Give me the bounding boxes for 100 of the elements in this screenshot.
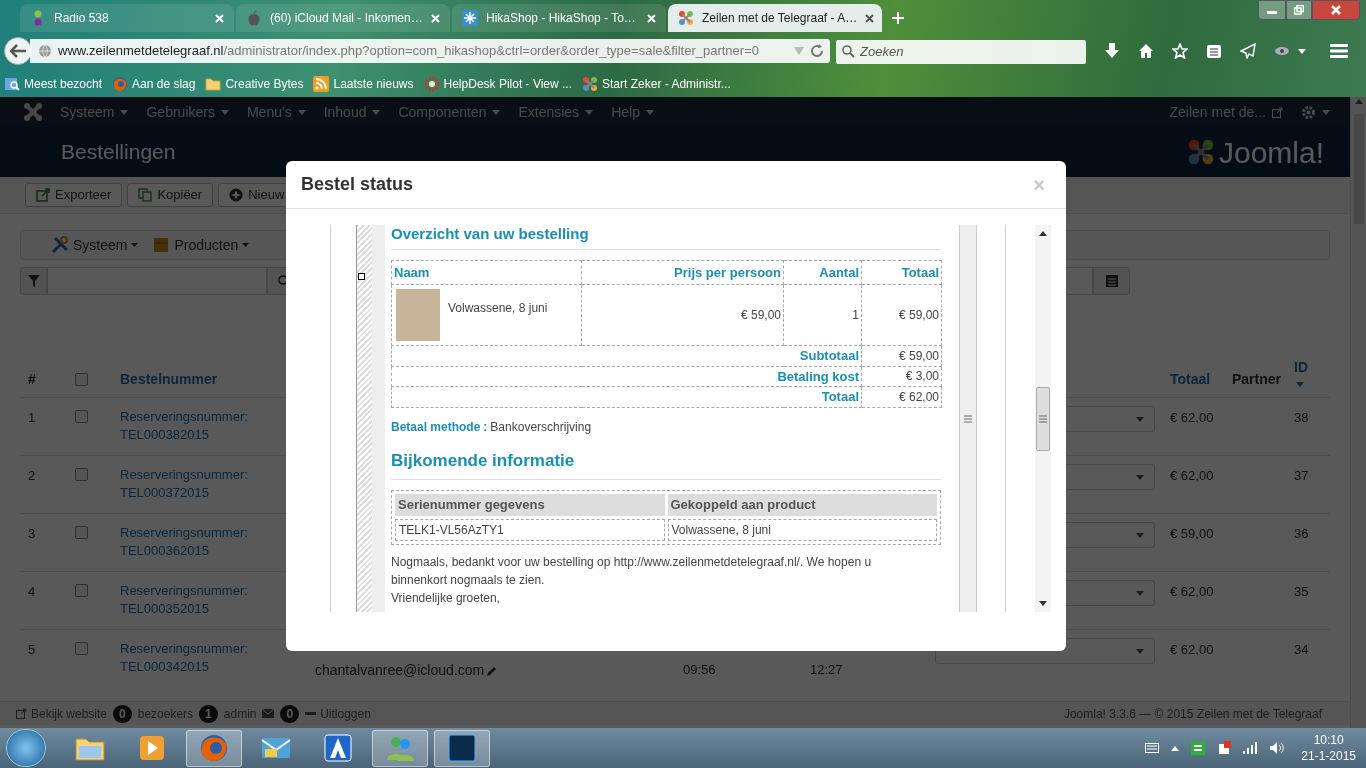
star-icon [1172, 43, 1188, 59]
close-icon [865, 13, 875, 23]
caret-icon [1136, 474, 1144, 480]
caret-icon [372, 109, 381, 115]
bookmark-item[interactable]: HelpDesk Pilot - View ... [423, 74, 573, 93]
star-tile-icon [462, 10, 478, 26]
section-heading: Bijkomende informatie [391, 447, 941, 480]
submenu-item[interactable]: Producten [152, 234, 250, 256]
product-name: Volwassene, 8 juni [448, 300, 548, 317]
list-app-icon [1191, 741, 1206, 755]
table-cell-text: 36 [1294, 525, 1310, 543]
bookmark-item[interactable]: Creative Bytes [205, 74, 304, 93]
logout-link[interactable]: Uitloggen [305, 704, 371, 723]
rss-icon [313, 75, 330, 92]
caret-icon [1322, 109, 1330, 115]
taskbar-button[interactable] [434, 729, 490, 767]
taskbar-button[interactable] [186, 729, 242, 767]
view-site-link[interactable]: Bekijk website [16, 704, 108, 723]
checkbox[interactable] [75, 468, 88, 481]
browser-tab[interactable]: (60) iCloud Mail - Inkomen… [236, 4, 450, 32]
send-button[interactable] [1240, 43, 1256, 59]
people-icon [385, 734, 415, 762]
column-header: Aantal [783, 260, 862, 285]
close-icon [1331, 5, 1341, 15]
filter-button[interactable] [20, 267, 47, 295]
caret-icon [297, 109, 306, 115]
browser-tab[interactable]: HikaShop - HikaShop - To… [452, 4, 666, 32]
table-cell-text: € 62,00 [1170, 409, 1215, 427]
bookmark-item[interactable]: Laatste nieuws [313, 74, 414, 93]
address-bar[interactable]: www.zeilenmetdetelegraaf.nl/administrator/index.php?option=com_hikashop&ctrl=order&order_type=sale&filter_partner=0 [30, 39, 830, 63]
checkbox[interactable] [75, 584, 88, 597]
scroll-down-icon [1039, 601, 1047, 606]
paper-plane-icon [1240, 43, 1256, 59]
modal-scrollbar[interactable] [1035, 225, 1051, 612]
copyright-text: Joomla! 3.3.6 — © 2015 Zeilen met de Telegraaf [1063, 705, 1322, 723]
caret-icon [242, 243, 250, 247]
scroll-up-icon [1039, 231, 1047, 236]
extension-button[interactable] [1274, 45, 1306, 57]
table-cell-text: 1 [28, 409, 37, 427]
resize-handle[interactable] [358, 273, 365, 280]
browser-tab[interactable]: Zeilen met de Telegraaf - A… [668, 4, 882, 32]
order-link[interactable]: Reserveringsnummer: TEL000342015 [120, 640, 315, 676]
table-cell: 12:27 [810, 662, 843, 677]
start-button[interactable] [6, 729, 46, 767]
download-button[interactable] [1104, 43, 1120, 59]
caret-icon [1136, 532, 1144, 538]
search-field[interactable]: Zoeken [836, 39, 1086, 64]
home-icon [1138, 43, 1154, 59]
close-icon [215, 13, 224, 23]
home-button[interactable] [1138, 43, 1154, 59]
toolbar-button[interactable]: Kopiëer [127, 183, 214, 207]
browser-tab[interactable]: Radio 538 [20, 4, 234, 32]
caret-icon [1296, 381, 1304, 387]
checkbox[interactable] [75, 642, 88, 655]
close-button[interactable]: × [1033, 174, 1045, 195]
plug-icon [1217, 741, 1232, 755]
table-cell: € 59,00 [861, 284, 942, 346]
table-cell-text: 37 [1294, 467, 1310, 485]
checkbox[interactable] [75, 373, 88, 386]
minus-icon [305, 712, 317, 715]
separator-text: : [483, 418, 488, 436]
column-header[interactable]: Totaal [1170, 369, 1232, 390]
column-header: # [28, 370, 37, 389]
bookmark-item[interactable]: Meest bezocht [4, 74, 103, 93]
bookmark-item[interactable]: Aan de slag [112, 74, 196, 93]
joomla-icon [582, 75, 599, 92]
clock[interactable]: 10:10 21-1-2015 [1301, 732, 1356, 764]
reading-list-button[interactable] [1206, 43, 1222, 59]
arrow-tile-icon [324, 734, 352, 762]
table-cell-text: € 62,00 [1170, 467, 1215, 485]
menu-button[interactable] [1330, 44, 1348, 58]
column-header[interactable]: ID [1294, 356, 1334, 387]
plus-icon [892, 12, 904, 24]
folder-search-icon [4, 75, 20, 92]
restore-icon [1294, 5, 1304, 15]
caret-up-icon [1171, 745, 1180, 751]
restore-button[interactable] [1286, 0, 1312, 20]
page-scrollbar[interactable] [1350, 97, 1366, 728]
table-cell: € 59,00 [581, 284, 784, 346]
modal-title: Bestel status [301, 173, 414, 196]
scroll-thumb[interactable] [1036, 386, 1050, 451]
table-cell-text: € 62,00 [1170, 641, 1215, 659]
minimize-button[interactable] [1258, 0, 1286, 20]
submenu-item[interactable]: Systeem [51, 234, 139, 256]
toolbar-button[interactable]: Exporteer [25, 183, 123, 207]
bookmark-item[interactable]: Start Zeker - Administr... [582, 74, 731, 93]
close-window-button[interactable] [1312, 0, 1360, 20]
checkbox[interactable] [75, 410, 88, 423]
bookmark-button[interactable] [1172, 43, 1188, 59]
close-icon [647, 13, 656, 23]
caret-icon [1136, 416, 1144, 422]
photo-placeholder [396, 289, 440, 341]
back-button[interactable] [4, 37, 32, 65]
table-cell-text: chantalvanree@icloud.com [315, 661, 485, 680]
globe-icon [38, 44, 52, 58]
payment-label: Betaal methode [391, 418, 481, 436]
list-button[interactable] [1093, 267, 1130, 295]
caret-icon [492, 109, 501, 115]
checkbox[interactable] [75, 526, 88, 539]
summary-label: Totaal [821, 389, 859, 404]
